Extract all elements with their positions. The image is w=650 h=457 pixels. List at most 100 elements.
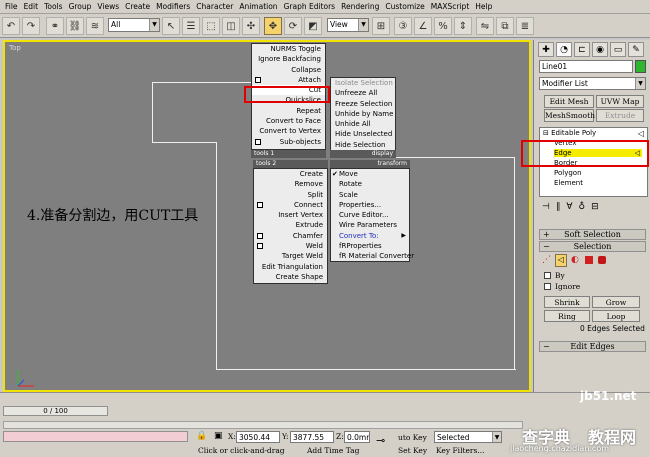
settings-box-icon[interactable]: [255, 76, 261, 83]
quad-item-repeat[interactable]: Repeat: [252, 106, 325, 116]
add-time-tag-button[interactable]: Add Time Tag: [307, 446, 359, 455]
quad-item-move[interactable]: ✔ Move: [331, 169, 409, 179]
quad-item-remove[interactable]: Remove: [254, 179, 327, 189]
y-coordinate-field[interactable]: 3877.55: [290, 431, 334, 443]
quad-item-connect[interactable]: Connect: [254, 200, 327, 210]
create-tab-icon[interactable]: ✚: [538, 42, 554, 57]
window-crossing-icon[interactable]: ◫: [222, 17, 240, 35]
utilities-tab-icon[interactable]: ✎: [628, 42, 644, 57]
edge-mode-icon[interactable]: ◁: [555, 254, 567, 267]
spinner-snap-icon[interactable]: ⇕: [454, 17, 472, 35]
menu-item-graph-editors[interactable]: Graph Editors: [281, 2, 339, 11]
stack-item-polygon[interactable]: Polygon: [554, 169, 582, 177]
menu-item-views[interactable]: Views: [94, 2, 122, 11]
quad-item-split[interactable]: Split: [254, 190, 327, 200]
quad-item-hide-selection[interactable]: Hide Selection: [331, 140, 395, 150]
extrude-button[interactable]: Extrude: [596, 109, 644, 122]
region-select-icon[interactable]: ⬚: [202, 17, 220, 35]
transform-type-in-icon[interactable]: ▣: [214, 431, 223, 441]
percent-snap-icon[interactable]: %: [434, 17, 452, 35]
hierarchy-tab-icon[interactable]: ⊏: [574, 42, 590, 57]
uvw-map-button[interactable]: UVW Map: [596, 95, 644, 108]
select-manipulate-icon[interactable]: ✣: [242, 17, 260, 35]
menu-item-maxscript[interactable]: MAXScript: [428, 2, 473, 11]
configure-sets-icon[interactable]: ⊟: [591, 202, 599, 212]
border-mode-icon[interactable]: ◐: [571, 255, 579, 265]
show-end-result-icon[interactable]: ∥: [556, 202, 561, 212]
undo-icon[interactable]: ↶: [2, 17, 20, 35]
rotate-icon[interactable]: ⟳: [284, 17, 302, 35]
viewport-label[interactable]: Top: [9, 44, 21, 52]
quad-item-collapse[interactable]: Collapse: [252, 65, 325, 75]
quad-item-isolate-selection[interactable]: Isolate Selection: [331, 78, 395, 88]
lock-selection-icon[interactable]: 🔒: [196, 431, 207, 441]
quad-item-properties[interactable]: Properties...: [331, 200, 409, 210]
menu-item-character[interactable]: Character: [193, 2, 236, 11]
quad-item-convert-to-vertex[interactable]: Convert to Vertex: [252, 126, 325, 136]
quad-item-wire-parameters[interactable]: Wire Parameters: [331, 220, 409, 230]
x-coordinate-field[interactable]: 3050.44: [236, 431, 280, 443]
quad-item-unhide-by-name[interactable]: Unhide by Name: [331, 109, 395, 119]
remove-modifier-icon[interactable]: ♁: [579, 202, 586, 212]
pin-stack-icon[interactable]: ⊣: [542, 202, 550, 212]
key-selection-dropdown[interactable]: Selected ▼: [434, 431, 502, 443]
select-object-icon[interactable]: ↖: [162, 17, 180, 35]
display-tab-icon[interactable]: ▭: [610, 42, 626, 57]
menu-item-tools[interactable]: Tools: [41, 2, 65, 11]
maxscript-listener[interactable]: [3, 431, 188, 442]
selection-filter-dropdown[interactable]: All ▼: [108, 18, 160, 32]
select-by-name-icon[interactable]: ☰: [182, 17, 200, 35]
quad-item-curve-editor[interactable]: Curve Editor...: [331, 210, 409, 220]
quad-item-insert-vertex[interactable]: Insert Vertex: [254, 210, 327, 220]
meshsmooth-button[interactable]: MeshSmooth: [544, 109, 595, 122]
time-slider[interactable]: 0 / 100: [3, 406, 108, 416]
ring-button[interactable]: Ring: [544, 310, 590, 322]
pivot-center-icon[interactable]: ⊞: [372, 17, 390, 35]
scale-icon[interactable]: ◩: [304, 17, 322, 35]
stack-root-item[interactable]: ⊟ Editable Poly: [543, 129, 596, 137]
quad-item-unhide-all[interactable]: Unhide All: [331, 119, 395, 129]
settings-box-icon[interactable]: [257, 232, 263, 239]
quad-item-attach[interactable]: Attach: [252, 75, 325, 85]
object-name-field[interactable]: Line01: [539, 60, 633, 73]
quad-item-rotate[interactable]: Rotate: [331, 179, 409, 189]
angle-snap-icon[interactable]: ∠: [414, 17, 432, 35]
soft-selection-rollout[interactable]: + Soft Selection: [539, 229, 646, 240]
key-filters-button[interactable]: Key Filters...: [436, 446, 485, 455]
mirror-icon[interactable]: ⇋: [476, 17, 494, 35]
menu-item-animation[interactable]: Animation: [236, 2, 280, 11]
layer-manager-icon[interactable]: ≣: [516, 17, 534, 35]
grow-button[interactable]: Grow: [592, 296, 640, 308]
quad-item-fr-material-converter[interactable]: fR Material Converter: [331, 251, 414, 261]
loop-button[interactable]: Loop: [592, 310, 640, 322]
align-icon[interactable]: ⧉: [496, 17, 514, 35]
modify-tab-icon[interactable]: ◔: [556, 42, 572, 57]
redo-icon[interactable]: ↷: [22, 17, 40, 35]
quad-item-convert-to[interactable]: Convert To: ▶: [331, 231, 409, 241]
menu-item-edit[interactable]: Edit: [21, 2, 42, 11]
menu-item-group[interactable]: Group: [66, 2, 95, 11]
quad-item-freeze-selection[interactable]: Freeze Selection: [331, 99, 395, 109]
menu-item-create[interactable]: Create: [122, 2, 153, 11]
quad-item-create[interactable]: Create: [254, 169, 327, 179]
menu-item-customize[interactable]: Customize: [382, 2, 427, 11]
quad-item-unfreeze-all[interactable]: Unfreeze All: [331, 88, 395, 98]
settings-box-icon[interactable]: [255, 138, 261, 145]
modifier-list-dropdown[interactable]: Modifier List ▼: [539, 77, 646, 90]
element-mode-icon[interactable]: [598, 256, 606, 264]
set-key-button[interactable]: Set Key: [398, 446, 427, 455]
quad-item-nurms-toggle[interactable]: NURMS Toggle: [252, 44, 325, 54]
make-unique-icon[interactable]: ∀: [566, 202, 572, 212]
quad-item-sub-objects[interactable]: Sub-objects: [252, 137, 325, 147]
quad-item-chamfer[interactable]: Chamfer: [254, 231, 327, 241]
vertex-mode-icon[interactable]: ⋰: [542, 255, 551, 265]
quad-item-weld[interactable]: Weld: [254, 241, 327, 251]
quad-item-ignore-backfacing[interactable]: Ignore Backfacing: [252, 54, 325, 64]
stack-item-element[interactable]: Element: [554, 179, 583, 187]
edit-mesh-button[interactable]: Edit Mesh: [544, 95, 594, 108]
menu-item-help[interactable]: Help: [472, 2, 495, 11]
selection-rollout[interactable]: − Selection: [539, 241, 646, 252]
snap-3-icon[interactable]: ③: [394, 17, 412, 35]
motion-tab-icon[interactable]: ◉: [592, 42, 608, 57]
settings-box-icon[interactable]: [257, 243, 263, 250]
